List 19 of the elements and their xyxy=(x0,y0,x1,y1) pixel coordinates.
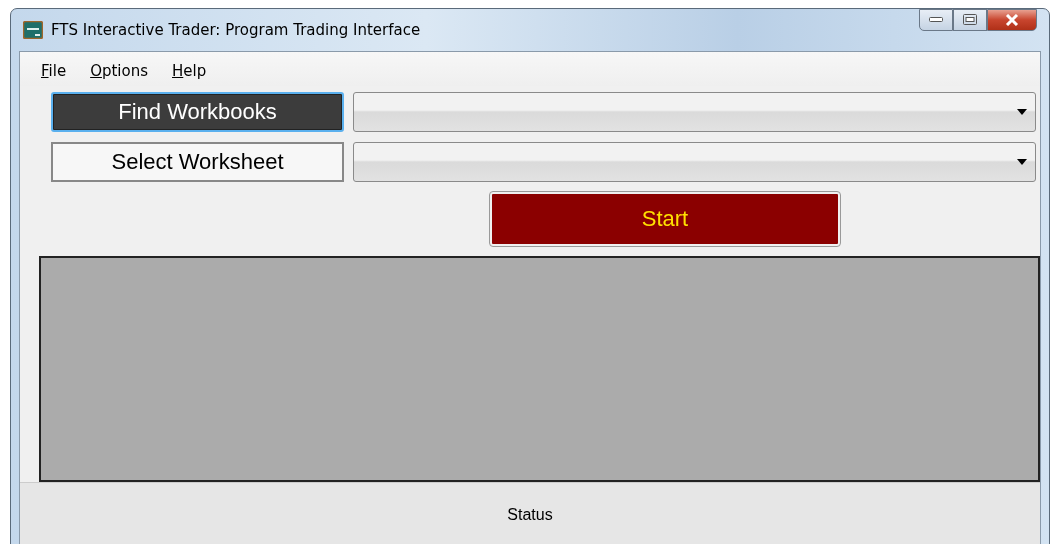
maximize-button[interactable] xyxy=(953,9,987,31)
caret-icon xyxy=(1017,159,1027,165)
maximize-icon xyxy=(963,14,977,26)
start-button[interactable]: Start xyxy=(490,192,840,246)
app-icon xyxy=(23,21,43,39)
minimize-button[interactable] xyxy=(919,9,953,31)
dropdown[interactable] xyxy=(353,142,1036,182)
close-icon xyxy=(1004,14,1020,26)
action-button[interactable]: Find Workbooks xyxy=(51,92,344,132)
action-button[interactable]: Select Worksheet xyxy=(51,142,344,182)
menu-item[interactable]: Options xyxy=(90,62,148,80)
status-text: Status xyxy=(507,505,553,524)
minimize-icon xyxy=(929,17,943,23)
window-title: FTS Interactive Trader: Program Trading Interface xyxy=(51,21,421,39)
dropdown[interactable] xyxy=(353,92,1036,132)
close-button[interactable] xyxy=(987,9,1037,31)
menu-item[interactable]: File xyxy=(41,62,67,80)
menu-item[interactable]: Help xyxy=(172,62,207,80)
caret-icon xyxy=(1017,109,1027,115)
